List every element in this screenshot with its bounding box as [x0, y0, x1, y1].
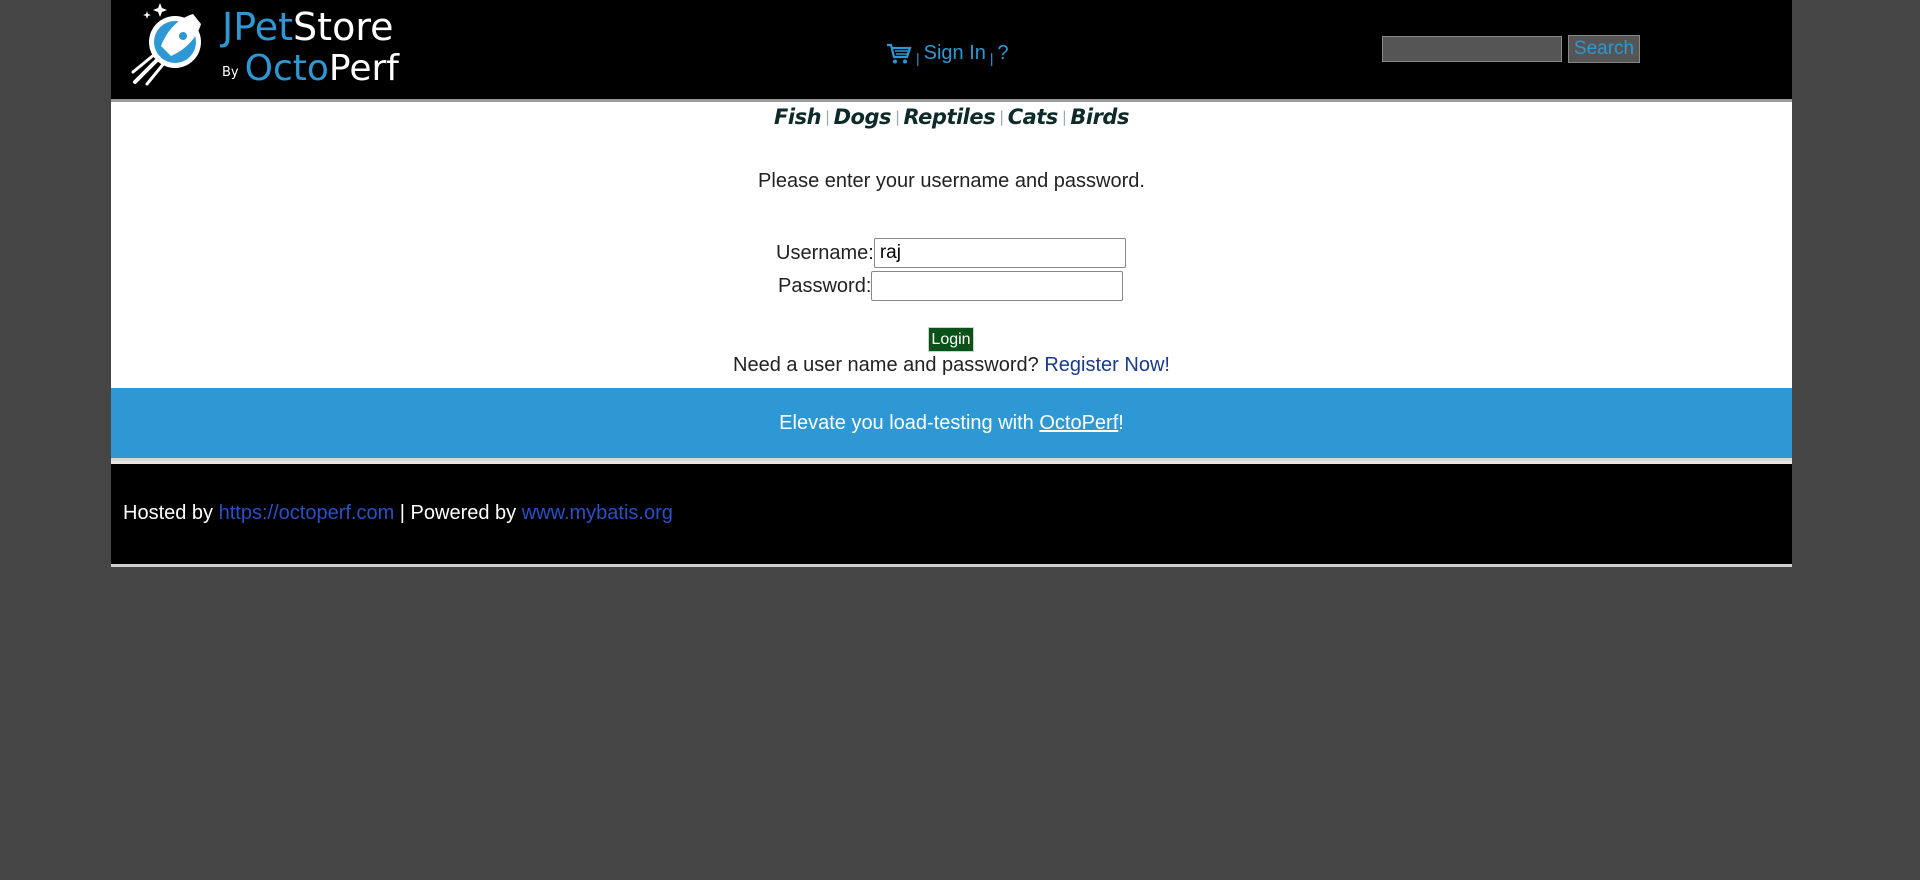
logo-title: JPetStore — [222, 4, 393, 50]
shopping-cart-icon — [887, 43, 912, 63]
quicklink-fish[interactable]: Fish — [774, 105, 822, 129]
quicklink-cats[interactable]: Cats — [1008, 105, 1059, 129]
logo-octo: Octo — [244, 48, 329, 89]
menu-separator: | — [989, 50, 994, 66]
quicklink-separator: | — [1061, 108, 1067, 126]
register-prompt: Need a user name and password? — [733, 354, 1039, 376]
promo-text: Elevate you load-testing with — [779, 411, 1040, 434]
quicklink-separator: | — [894, 108, 900, 126]
promo-banner: Elevate you load-testing with OctoPerf! — [111, 388, 1792, 461]
help-link[interactable]: ? — [998, 42, 1009, 65]
password-row: Password: — [778, 271, 1124, 301]
octoperf-link[interactable]: OctoPerf — [1039, 412, 1118, 435]
username-row: Username: — [776, 238, 1126, 268]
login-prompt: Please enter your username and password. — [758, 170, 1145, 192]
quicklink-birds[interactable]: Birds — [1070, 105, 1129, 129]
username-input[interactable] — [873, 238, 1126, 268]
menu-separator: | — [916, 50, 920, 66]
logo-link[interactable]: JPetStore By OctoPerf — [123, 0, 399, 95]
search-input[interactable] — [1382, 36, 1562, 62]
search-button[interactable]: Search — [1568, 35, 1640, 63]
register-link[interactable]: Register Now! — [1044, 354, 1170, 376]
logo-jpet: JPet — [222, 5, 294, 49]
rocket-logo-icon — [131, 3, 201, 86]
logo-store: Store — [293, 5, 394, 49]
login-button[interactable]: Login — [928, 327, 974, 352]
sign-in-link[interactable]: Sign In — [924, 42, 986, 65]
footer-line: Hosted by https://octoperf.com | Powered… — [123, 502, 673, 525]
content: Fish | Dogs | Reptiles | Cats | Birds Please ent… — [111, 102, 1792, 388]
password-input[interactable] — [871, 271, 1124, 301]
logo-subtitle: By OctoPerf — [222, 48, 399, 89]
octoperf-host-link[interactable]: https://octoperf.com — [219, 502, 395, 524]
hosted-by-text: Hosted by — [123, 502, 219, 524]
quicklink-reptiles[interactable]: Reptiles — [904, 105, 996, 129]
quicklinks: Fish | Dogs | Reptiles | Cats | Birds — [111, 105, 1792, 129]
powered-by-text: | Powered by — [394, 502, 522, 524]
footer: Hosted by https://octoperf.com | Powered… — [111, 461, 1792, 567]
mybatis-link[interactable]: www.mybatis.org — [522, 502, 673, 524]
password-label: Password: — [778, 274, 872, 297]
logo-perf: Perf — [328, 48, 399, 89]
page: JPetStore By OctoPerf | Sign In | ? Sear… — [111, 0, 1792, 567]
quicklink-separator: | — [999, 108, 1004, 126]
username-label: Username: — [776, 241, 874, 264]
promo-exclamation: ! — [1118, 411, 1124, 434]
logo-by: By — [222, 65, 239, 80]
quicklink-dogs[interactable]: Dogs — [834, 105, 892, 129]
header: JPetStore By OctoPerf | Sign In | ? Sear… — [111, 0, 1792, 102]
register-line: Need a user name and password? Register … — [111, 354, 1792, 377]
header-menu: | Sign In | ? — [886, 38, 1009, 68]
cart-link[interactable] — [886, 37, 912, 70]
quicklink-separator: | — [825, 108, 830, 126]
search-form: Search — [1382, 35, 1640, 63]
